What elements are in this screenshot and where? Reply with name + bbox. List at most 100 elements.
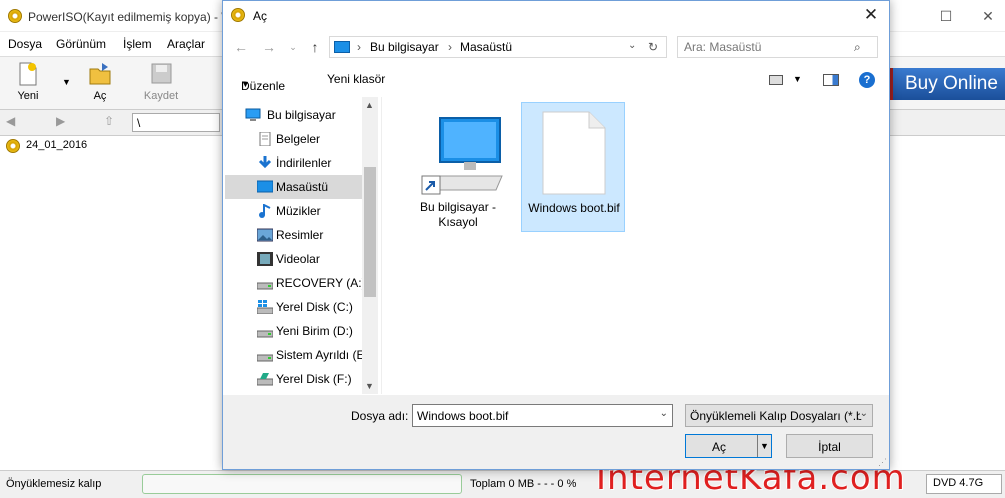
- windows-drive-icon: [256, 300, 274, 315]
- dialog-logo-icon: [231, 8, 245, 22]
- poweriso-logo-icon: [8, 9, 22, 23]
- view-dropdown-icon[interactable]: ▼: [793, 74, 802, 84]
- media-select[interactable]: DVD 4.7G: [926, 474, 1002, 494]
- drive-icon: [256, 348, 274, 362]
- drive-icon: [256, 372, 274, 386]
- breadcrumb-item[interactable]: Bu bilgisayar: [370, 40, 439, 54]
- path-input[interactable]: \: [132, 113, 220, 132]
- open-folder-icon: [88, 61, 112, 87]
- view-icon[interactable]: [769, 75, 783, 85]
- search-placeholder: Ara: Masaüstü: [684, 40, 762, 54]
- organize-dropdown-icon: ▼: [241, 79, 250, 89]
- up-icon[interactable]: ⇧: [104, 114, 114, 128]
- new-folder-button[interactable]: Yeni klasör: [327, 72, 385, 86]
- open-button-label: Aç: [712, 440, 727, 454]
- breadcrumb-item[interactable]: Masaüstü: [460, 40, 512, 54]
- app-title: PowerISO(Kayıt edilmemiş kopya) - \: [28, 10, 225, 24]
- filetype-select[interactable]: Önyüklemeli Kalıp Dosyaları (*.b ⌄: [685, 404, 873, 427]
- dialog-title-bar: Aç ✕: [223, 1, 889, 31]
- resize-grip-icon[interactable]: ⋰: [878, 457, 887, 468]
- menu-dosya[interactable]: Dosya: [8, 37, 42, 51]
- save-button[interactable]: Kaydet: [137, 61, 185, 102]
- nav-item-videos[interactable]: Videolar: [225, 247, 362, 271]
- filetype-dropdown-icon: ⌄: [859, 408, 868, 419]
- filename-label: Dosya adı:: [351, 409, 409, 423]
- address-row: ← → ⌄ ↑ › Bu bilgisayar › Masaüstü ⌄ ↻ A…: [223, 33, 889, 61]
- scroll-down-icon[interactable]: ▼: [365, 381, 374, 391]
- boot-status: Önyüklemesiz kalıp: [6, 478, 102, 490]
- close-icon[interactable]: ✕: [861, 5, 881, 25]
- disc-icon: [6, 139, 20, 153]
- menu-islem[interactable]: İşlem: [123, 37, 152, 51]
- nav-item-recovery[interactable]: RECOVERY (A:): [225, 271, 362, 295]
- capacity-bar: [142, 474, 462, 494]
- file-list: Bu bilgisayar - Kısayol Windows boot.bif: [381, 97, 889, 394]
- maximize-icon[interactable]: ☐: [938, 8, 954, 24]
- file-item-windows-boot[interactable]: Windows boot.bif: [521, 102, 625, 232]
- menu-araclar[interactable]: Araçlar: [167, 37, 205, 51]
- file-item-this-pc-shortcut[interactable]: Bu bilgisayar - Kısayol: [406, 102, 510, 232]
- command-bar: Düzenle ▼ Yeni klasör ▼ ?: [223, 65, 889, 95]
- filename-value: Windows boot.bif: [417, 409, 509, 423]
- forward-icon[interactable]: ▶: [56, 114, 65, 128]
- nav-item-desktop[interactable]: Masaüstü: [225, 175, 362, 199]
- refresh-icon[interactable]: ↻: [648, 40, 658, 54]
- breadcrumb-sep-icon: ›: [357, 40, 361, 54]
- new-button[interactable]: Yeni: [4, 61, 52, 102]
- recent-dropdown-icon[interactable]: ⌄: [285, 42, 301, 53]
- filename-dropdown-icon[interactable]: ⌄: [660, 408, 668, 419]
- computer-shortcut-icon: [421, 117, 503, 195]
- new-dropdown-icon[interactable]: ▼: [62, 77, 71, 87]
- save-label: Kaydet: [143, 90, 179, 102]
- file-icon: [542, 111, 606, 195]
- new-file-icon: [16, 61, 40, 87]
- nav-item-new-volume-d[interactable]: Yeni Birim (D:): [225, 319, 362, 343]
- back-icon[interactable]: ◀: [6, 114, 15, 128]
- nav-item-pictures[interactable]: Resimler: [225, 223, 362, 247]
- nav-item-system-reserved-e[interactable]: Sistem Ayrıldı (E:: [225, 343, 362, 367]
- drive-icon: [256, 324, 274, 338]
- app-close-icon[interactable]: ✕: [980, 8, 996, 24]
- menu-gorunum[interactable]: Görünüm: [56, 37, 106, 51]
- cancel-button[interactable]: İptal: [786, 434, 873, 458]
- scroll-thumb[interactable]: [364, 167, 376, 297]
- help-icon[interactable]: ?: [859, 72, 875, 88]
- open-toolbar-button[interactable]: Aç: [76, 61, 124, 102]
- breadcrumb-sep-icon: ›: [448, 40, 452, 54]
- preview-pane-icon[interactable]: [823, 74, 839, 86]
- filename-input[interactable]: Windows boot.bif ⌄: [412, 404, 673, 427]
- open-dialog: Aç ✕ ← → ⌄ ↑ › Bu bilgisayar › Masaüstü …: [222, 0, 890, 470]
- tree-item[interactable]: 24_01_2016: [26, 139, 87, 151]
- new-label: Yeni: [17, 90, 39, 102]
- forward-arrow-icon[interactable]: →: [261, 39, 277, 55]
- up-arrow-icon[interactable]: ↑: [307, 39, 323, 55]
- address-dropdown-icon[interactable]: ⌄: [628, 40, 636, 51]
- nav-item-this-pc[interactable]: Bu bilgisayar: [225, 103, 362, 127]
- total-size: Toplam 0 MB - - - 0 %: [470, 478, 577, 490]
- file-label: Windows boot.bif: [528, 201, 620, 215]
- back-arrow-icon[interactable]: ←: [233, 39, 249, 55]
- file-label: Bu bilgisayar - Kısayol: [419, 200, 497, 229]
- open-button[interactable]: Aç ▼: [685, 434, 772, 458]
- nav-item-local-disk-f[interactable]: Yerel Disk (F:): [225, 367, 362, 391]
- pictures-icon: [256, 228, 274, 242]
- nav-item-downloads[interactable]: İndirilenler: [225, 151, 362, 175]
- open-dropdown-icon[interactable]: ▼: [757, 435, 771, 457]
- address-bar[interactable]: › Bu bilgisayar › Masaüstü ⌄ ↻: [329, 36, 667, 58]
- music-icon: [257, 203, 273, 218]
- computer-icon: [245, 108, 261, 122]
- download-icon: [257, 156, 273, 170]
- open-label: Aç: [93, 90, 107, 102]
- folder-tree: 24_01_2016: [0, 136, 222, 468]
- nav-item-local-disk-c[interactable]: Yerel Disk (C:): [225, 295, 362, 319]
- buy-online-button[interactable]: Buy Online: [890, 68, 1005, 100]
- nav-item-music[interactable]: Müzikler: [225, 199, 362, 223]
- nav-scrollbar[interactable]: ▲ ▼: [362, 97, 378, 394]
- nav-item-documents[interactable]: Belgeler: [225, 127, 362, 151]
- scroll-up-icon[interactable]: ▲: [365, 100, 374, 110]
- search-input[interactable]: Ara: Masaüstü ⌕: [677, 36, 878, 58]
- drive-icon: [256, 276, 274, 290]
- search-icon: ⌕: [854, 40, 861, 54]
- navigation-pane: Bu bilgisayar Belgeler İndirilenler Masa…: [225, 97, 376, 394]
- videos-icon: [257, 252, 273, 266]
